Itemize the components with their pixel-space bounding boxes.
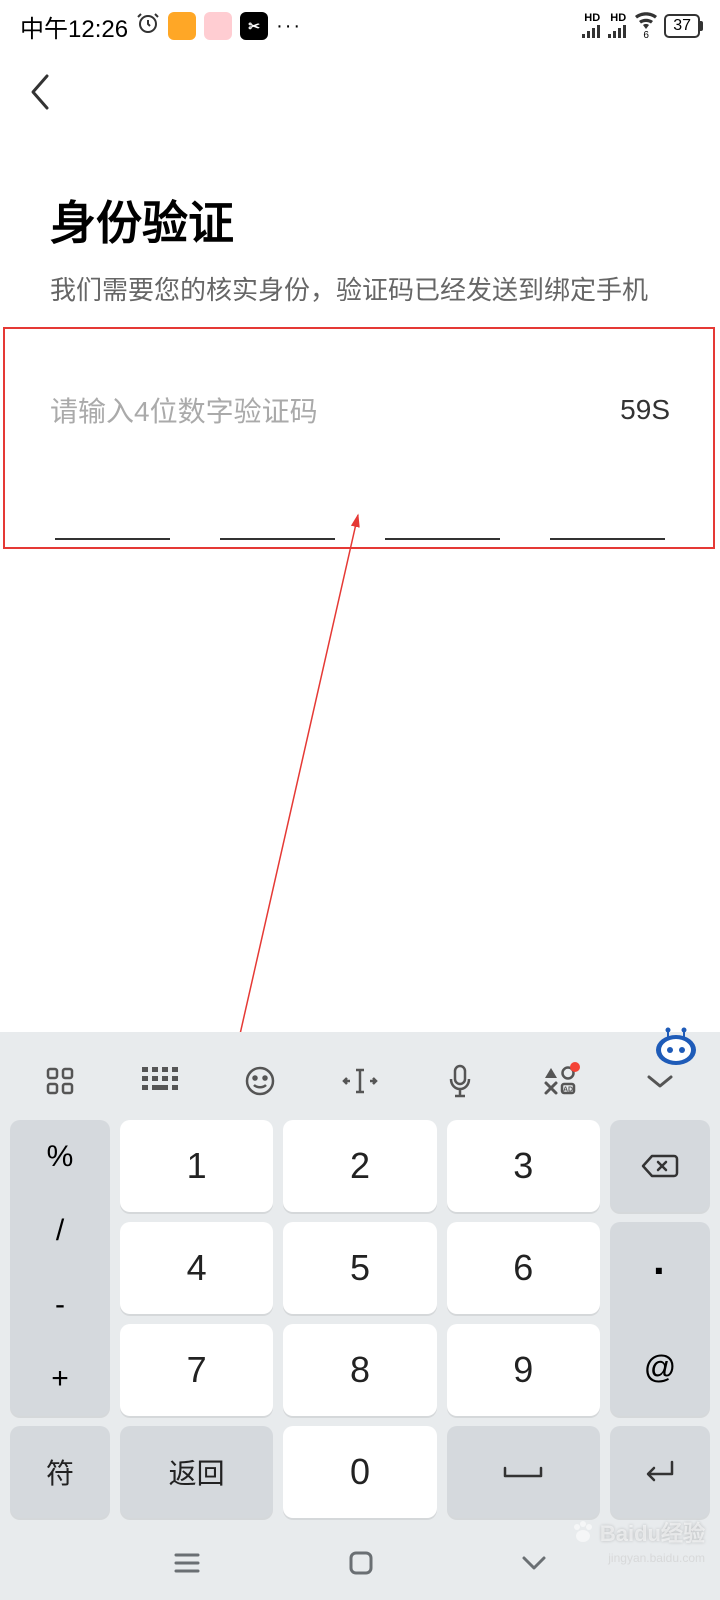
input-header: 请输入4位数字验证码 59S: [50, 390, 670, 430]
countdown-timer: 59S: [620, 394, 670, 426]
signal-2: HD: [608, 13, 628, 40]
keyboard-keys: % / - + 符 123 456 789 返回 0 · @: [0, 1114, 720, 1530]
k2[interactable]: 2: [283, 1120, 436, 1212]
kb-collapse-icon[interactable]: [635, 1060, 685, 1102]
app-icon-3: ✂: [240, 12, 268, 40]
kb-right-symbols: · @: [610, 1222, 710, 1416]
notification-dot: [570, 1062, 580, 1072]
k7[interactable]: 7: [120, 1324, 273, 1416]
kb-at[interactable]: @: [610, 1319, 710, 1416]
code-digit-4[interactable]: [550, 500, 665, 540]
nav-home-button[interactable]: [347, 1549, 375, 1582]
signal-1: HD: [582, 13, 602, 40]
nav-menu-button[interactable]: [172, 1550, 202, 1581]
status-right: HD HD 6 37: [582, 11, 700, 41]
more-dots-icon: ···: [276, 15, 302, 38]
title-section: 身份验证 我们需要您的核实身份，验证码已经发送到绑定手机: [0, 127, 720, 330]
watermark-url: jingyan.baidu.com: [608, 1551, 705, 1565]
page-title: 身份验证: [50, 187, 670, 253]
kb-symbols-icon[interactable]: AD: [535, 1060, 585, 1102]
keyboard-toolbar: AD: [0, 1032, 720, 1114]
status-bar: 中午12:26 ✂ ··· HD HD 6 37: [0, 0, 720, 52]
kb-cursor-icon[interactable]: [335, 1060, 385, 1102]
kb-backspace[interactable]: [610, 1120, 710, 1212]
kb-left-symbols: % / - +: [10, 1120, 110, 1416]
k3[interactable]: 3: [447, 1120, 600, 1212]
keyboard: AD % / - + 符 123 456 789 返回 0 · @: [0, 1032, 720, 1600]
kb-dot[interactable]: ·: [610, 1222, 710, 1319]
app-icon-1: [168, 12, 196, 40]
status-left: 中午12:26 ✂ ···: [20, 9, 302, 44]
kb-plus[interactable]: +: [10, 1342, 110, 1416]
k1[interactable]: 1: [120, 1120, 273, 1212]
kb-return[interactable]: 返回: [120, 1426, 273, 1518]
code-inputs: [50, 500, 670, 540]
page-subtitle: 我们需要您的核实身份，验证码已经发送到绑定手机: [50, 271, 670, 310]
kb-space[interactable]: [447, 1426, 600, 1518]
back-button[interactable]: [0, 52, 720, 127]
k5[interactable]: 5: [283, 1222, 436, 1314]
kb-slash[interactable]: /: [10, 1194, 110, 1268]
status-time: 中午12:26: [20, 9, 128, 44]
kb-symbol-mode[interactable]: 符: [10, 1426, 110, 1518]
code-digit-2[interactable]: [220, 500, 335, 540]
kb-percent[interactable]: %: [10, 1120, 110, 1194]
kb-mic-icon[interactable]: [435, 1060, 485, 1102]
signal-bars-icon: [582, 24, 602, 40]
chevron-left-icon: [25, 72, 53, 112]
kb-minus[interactable]: -: [10, 1268, 110, 1342]
code-digit-1[interactable]: [55, 500, 170, 540]
code-digit-3[interactable]: [385, 500, 500, 540]
k8[interactable]: 8: [283, 1324, 436, 1416]
nav-back-button[interactable]: [520, 1553, 548, 1578]
svg-text:AD: AD: [563, 1086, 573, 1093]
k9[interactable]: 9: [447, 1324, 600, 1416]
signal-bars-icon: [608, 24, 628, 40]
kb-enter[interactable]: [610, 1426, 710, 1518]
app-icon-2: [204, 12, 232, 40]
battery-indicator: 37: [664, 14, 700, 38]
watermark: Baidu经验: [570, 1516, 705, 1548]
wifi-indicator: 6: [634, 11, 658, 41]
kb-apps-icon[interactable]: [35, 1060, 85, 1102]
k4[interactable]: 4: [120, 1222, 273, 1314]
input-placeholder: 请输入4位数字验证码: [50, 390, 318, 430]
alarm-icon: [136, 11, 160, 42]
k0[interactable]: 0: [283, 1426, 436, 1518]
k6[interactable]: 6: [447, 1222, 600, 1314]
wifi-icon: [634, 11, 658, 31]
kb-emoji-icon[interactable]: [235, 1060, 285, 1102]
paw-icon: [570, 1519, 596, 1545]
code-input-section: 请输入4位数字验证码 59S: [0, 330, 720, 540]
kb-layout-icon[interactable]: [135, 1060, 185, 1102]
